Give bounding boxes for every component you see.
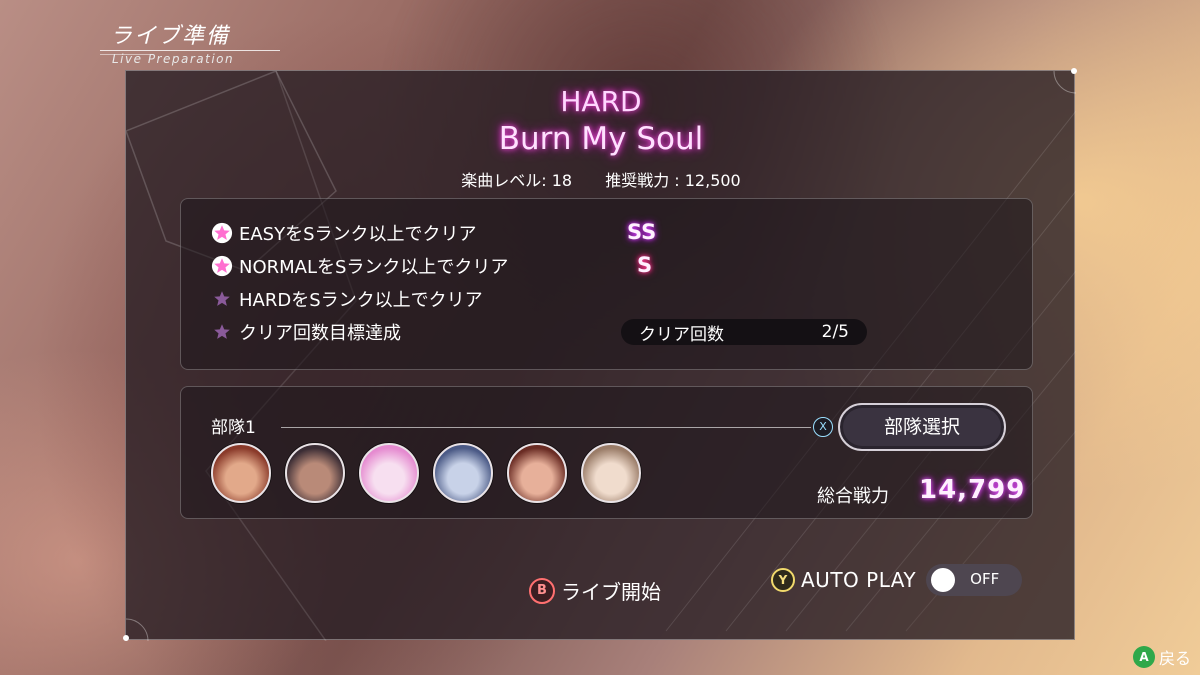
- corner-dot-bottom-left: [123, 635, 129, 641]
- star-empty-icon: [214, 324, 230, 339]
- back-button[interactable]: A 戻る: [1133, 645, 1191, 669]
- screen-subtitle: Live Preparation: [112, 52, 235, 66]
- total-power-label: 総合戦力: [817, 486, 889, 507]
- team-members: [211, 443, 655, 503]
- mission-row: EASYをSランク以上でクリア: [211, 221, 477, 245]
- star-filled-icon: [211, 255, 233, 277]
- mission-rank: S: [637, 253, 653, 277]
- a-button-icon: A: [1133, 646, 1155, 668]
- star-empty-icon: [214, 291, 230, 306]
- clear-count-label: クリア回数: [639, 324, 724, 345]
- mission-row: NORMALをSランク以上でクリア: [211, 254, 508, 278]
- member-avatar[interactable]: [285, 443, 345, 503]
- header-divider: [100, 50, 280, 51]
- difficulty-label: HARD: [560, 85, 642, 118]
- live-start-button[interactable]: B ライブ開始: [529, 576, 661, 605]
- mission-rank: SS: [627, 220, 657, 244]
- team-name: 部隊1: [211, 418, 256, 438]
- mission-label: HARDをSランク以上でクリア: [239, 290, 483, 311]
- live-start-label: ライブ開始: [561, 580, 661, 604]
- y-button-icon: Y: [771, 568, 795, 592]
- back-label: 戻る: [1159, 649, 1192, 668]
- team-box: 部隊1 X 部隊選択 総合戦力 14,799: [180, 386, 1033, 519]
- live-prep-panel: HARD Burn My Soul 楽曲レベル: 18 推奨戦力 : 12,50…: [123, 68, 1077, 641]
- auto-play-label: AUTO PLAY: [801, 568, 917, 592]
- member-avatar[interactable]: [581, 443, 641, 503]
- screen-header: ライブ準備 Live Preparation: [100, 16, 290, 68]
- screen-title: ライブ準備: [110, 24, 231, 49]
- team-divider: [281, 427, 811, 428]
- member-avatar[interactable]: [433, 443, 493, 503]
- mission-row: HARDをSランク以上でクリア: [211, 287, 483, 311]
- mission-label: クリア回数目標達成: [239, 323, 401, 344]
- missions-box: EASYをSランク以上でクリア SS NORMALをSランク以上でクリア S H…: [180, 198, 1033, 370]
- x-button-icon: X: [813, 417, 833, 437]
- total-power-value: 14,799: [919, 475, 1026, 505]
- member-avatar[interactable]: [211, 443, 271, 503]
- corner-dot-top-right: [1071, 68, 1077, 74]
- recommended-power: 推奨戦力 : 12,500: [605, 171, 741, 190]
- mission-label: NORMALをSランク以上でクリア: [239, 257, 509, 278]
- toggle-knob: [931, 568, 956, 592]
- mission-row: クリア回数目標達成: [211, 320, 401, 344]
- member-avatar[interactable]: [359, 443, 419, 503]
- clear-count-value: 2/5: [821, 322, 849, 342]
- star-filled-icon: [211, 222, 233, 244]
- auto-play-toggle[interactable]: OFF: [926, 564, 1023, 596]
- mission-label: EASYをSランク以上でクリア: [239, 224, 477, 245]
- song-title: Burn My Soul: [498, 121, 704, 157]
- toggle-state: OFF: [970, 570, 1000, 588]
- song-info: 楽曲レベル: 18 推奨戦力 : 12,500: [126, 167, 1076, 191]
- song-level: 楽曲レベル: 18: [461, 171, 573, 190]
- member-avatar[interactable]: [507, 443, 567, 503]
- b-button-icon: B: [529, 577, 555, 604]
- team-select-button[interactable]: 部隊選択: [838, 403, 1006, 451]
- auto-play-control: Y AUTO PLAY OFF: [771, 564, 1023, 596]
- clear-count-pill: クリア回数 2/5: [621, 319, 867, 345]
